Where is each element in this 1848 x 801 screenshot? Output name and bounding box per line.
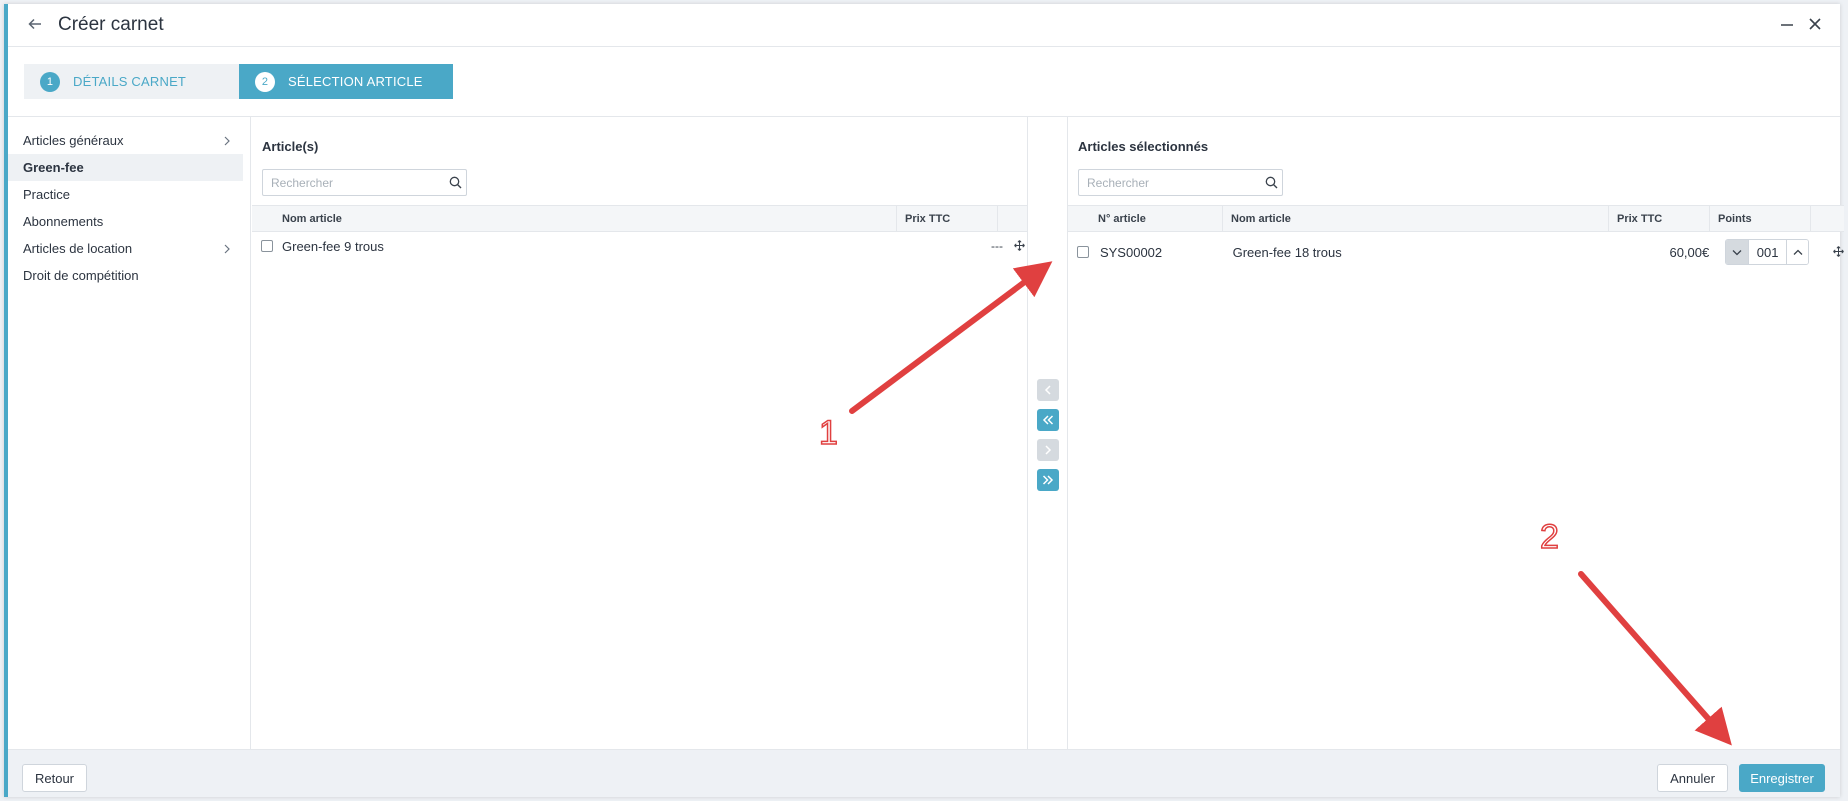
back-arrow-icon[interactable] <box>28 15 46 36</box>
transfer-controls <box>1027 117 1067 749</box>
points-stepper: 001 <box>1725 239 1809 265</box>
search-icon[interactable] <box>1260 176 1282 189</box>
annotation-label-1: 1 <box>818 413 838 453</box>
annotation-label-2: 2 <box>1539 517 1559 557</box>
dialog-footer: Retour Annuler Enregistrer <box>8 749 1840 797</box>
sidebar-item-practice[interactable]: Practice <box>8 181 243 208</box>
available-articles-panel: Article(s) Nom article Prix TTC Green-fe… <box>252 117 1027 749</box>
column-header-price[interactable]: Prix TTC <box>897 206 998 231</box>
move-all-right-button[interactable] <box>1037 469 1059 491</box>
search-icon[interactable] <box>444 176 466 189</box>
row-checkbox[interactable] <box>1077 246 1089 258</box>
close-icon[interactable] <box>1808 14 1822 37</box>
step-label: DÉTAILS CARNET <box>73 74 187 89</box>
dialog-title: Créer carnet <box>58 14 164 35</box>
article-number: SYS00002 <box>1099 244 1163 260</box>
article-name: Green-fee 18 trous <box>1232 244 1342 260</box>
sidebar-item-label: Articles généraux <box>23 133 124 148</box>
sidebar-item-label: Practice <box>23 187 70 202</box>
column-header-points[interactable]: Points <box>1710 206 1811 231</box>
move-icon[interactable] <box>1833 245 1844 260</box>
sidebar-item-label: Green-fee <box>23 160 84 175</box>
search-box <box>1078 169 1283 196</box>
sidebar-item-competition[interactable]: Droit de compétition <box>8 262 243 289</box>
step-number: 2 <box>255 71 275 92</box>
panel-title: Articles sélectionnés <box>1078 139 1209 154</box>
category-sidebar: Articles généraux Green-fee Practice Abo… <box>8 117 251 749</box>
back-button[interactable]: Retour <box>22 764 87 792</box>
move-right-button[interactable] <box>1037 439 1059 461</box>
panel-title: Article(s) <box>262 139 319 154</box>
column-header-actions <box>1811 206 1844 231</box>
save-button[interactable]: Enregistrer <box>1739 764 1825 792</box>
table-header: N° article Nom article Prix TTC Points <box>1068 205 1844 232</box>
row-checkbox[interactable] <box>261 240 273 252</box>
sidebar-item-rental[interactable]: Articles de location <box>8 235 243 262</box>
step-number: 1 <box>40 71 60 92</box>
search-box <box>262 169 467 196</box>
minimize-icon[interactable] <box>1780 16 1794 37</box>
sidebar-item-label: Articles de location <box>23 241 133 256</box>
step-article-selection[interactable]: 2 SÉLECTION ARTICLE <box>239 64 453 99</box>
points-value[interactable]: 001 <box>1748 240 1786 264</box>
article-price: --- <box>991 239 1003 253</box>
step-details[interactable]: 1 DÉTAILS CARNET <box>24 64 239 99</box>
sidebar-item-general[interactable]: Articles généraux <box>8 127 243 154</box>
search-input[interactable] <box>263 175 444 190</box>
table-header: Nom article Prix TTC <box>252 205 1027 232</box>
move-icon[interactable] <box>1014 239 1025 254</box>
column-header-actions <box>998 206 1027 231</box>
increment-button[interactable] <box>1786 240 1808 264</box>
chevron-right-icon <box>223 133 231 149</box>
sidebar-item-green-fee[interactable]: Green-fee <box>8 154 243 181</box>
search-input[interactable] <box>1079 175 1260 190</box>
selected-articles-panel: Articles sélectionnés N° article Nom art… <box>1067 117 1844 749</box>
cancel-button[interactable]: Annuler <box>1657 764 1728 792</box>
column-header-number[interactable]: N° article <box>1068 206 1223 231</box>
column-header-name[interactable]: Nom article <box>252 206 897 231</box>
create-booklet-dialog: Créer carnet 1 DÉTAILS CARNET 2 SÉLECTIO… <box>4 4 1844 797</box>
column-header-price[interactable]: Prix TTC <box>1609 206 1710 231</box>
table-row[interactable]: Green-fee 9 trous --- <box>252 233 1027 259</box>
sidebar-item-label: Abonnements <box>23 214 104 229</box>
move-all-left-button[interactable] <box>1037 409 1059 431</box>
decrement-button[interactable] <box>1726 240 1749 264</box>
wizard-steps: 1 DÉTAILS CARNET 2 SÉLECTION ARTICLE <box>24 64 453 99</box>
sidebar-item-label: Droit de compétition <box>23 268 139 283</box>
article-price: 60,00€ <box>1669 244 1710 260</box>
table-row[interactable]: SYS00002 Green-fee 18 trous 60,00€ 001 <box>1068 234 1844 270</box>
sidebar-item-subscriptions[interactable]: Abonnements <box>8 208 243 235</box>
chevron-right-icon <box>223 241 231 257</box>
dialog-header: Créer carnet <box>8 4 1840 47</box>
article-name: Green-fee 9 trous <box>282 238 384 254</box>
step-label: SÉLECTION ARTICLE <box>288 74 423 89</box>
column-header-name[interactable]: Nom article <box>1223 206 1609 231</box>
move-left-button[interactable] <box>1037 379 1059 401</box>
